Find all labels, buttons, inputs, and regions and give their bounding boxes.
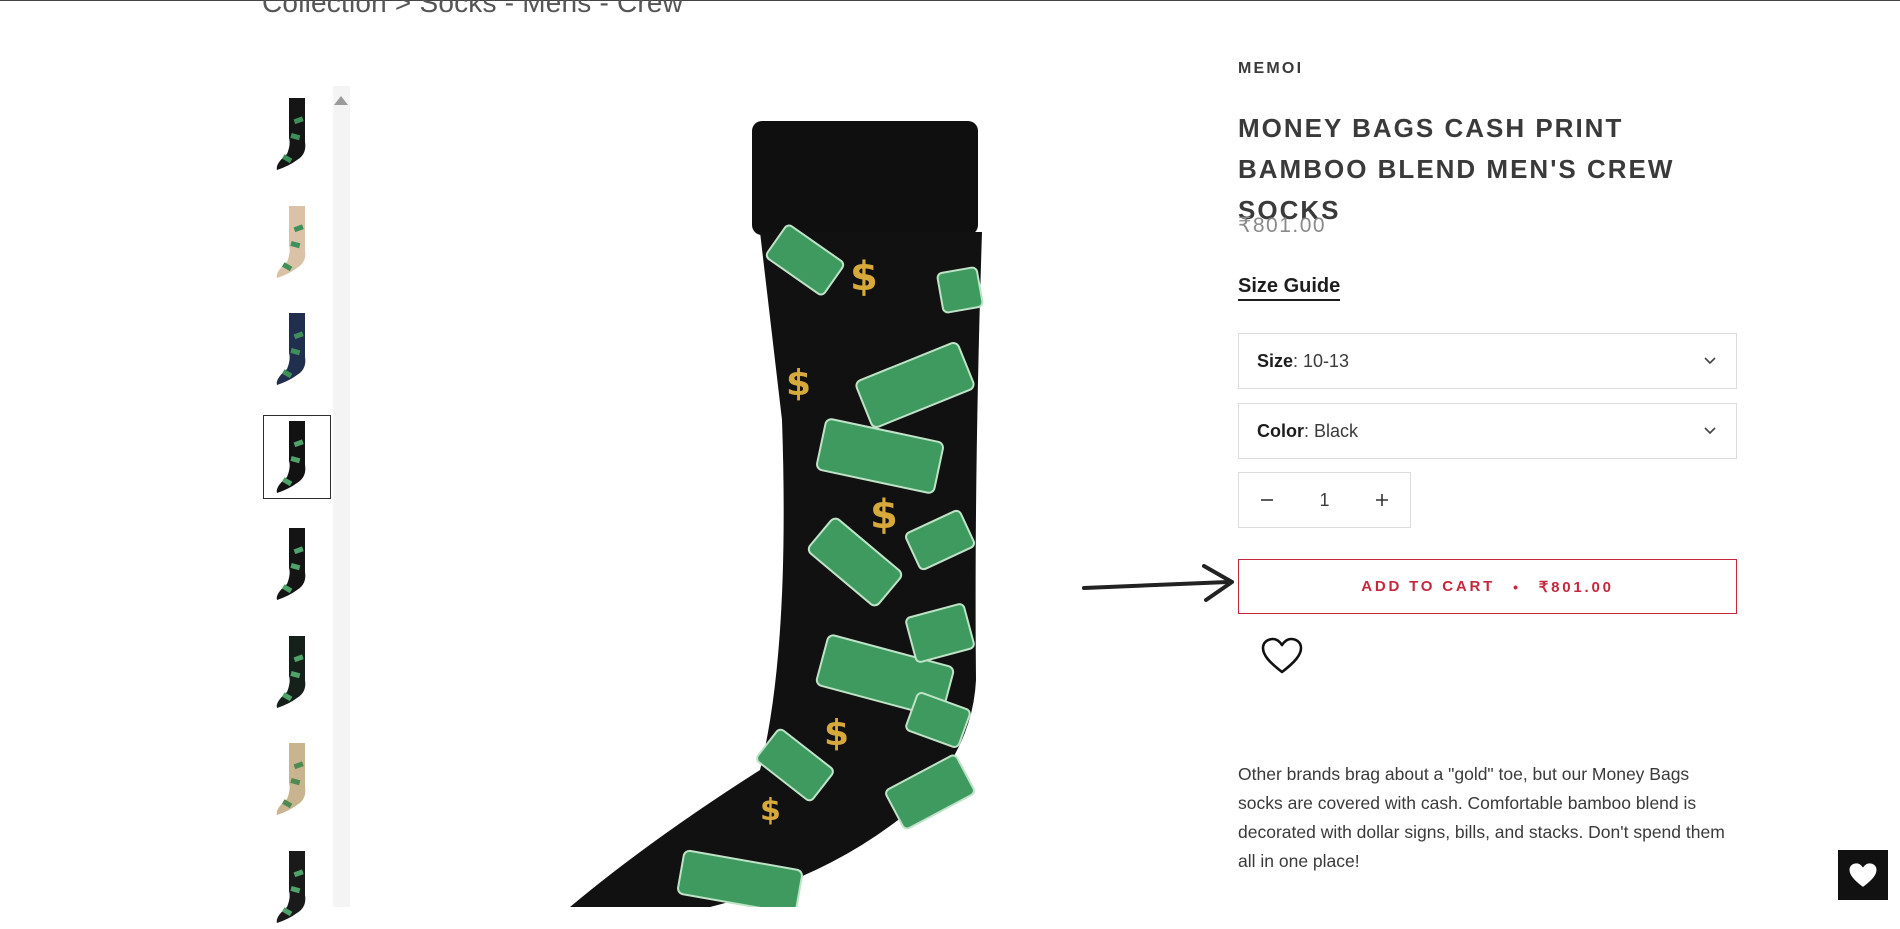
caret-up-icon[interactable] <box>334 96 348 105</box>
color-select-label: Color <box>1257 420 1304 441</box>
svg-text:$: $ <box>760 793 781 828</box>
thumbnail-black-multicolor[interactable] <box>263 92 331 176</box>
add-to-cart-price: ₹801.00 <box>1538 578 1614 596</box>
thumbnail-black-packaged[interactable] <box>263 845 331 929</box>
thumbnail-khaki-cash[interactable] <box>263 737 331 821</box>
color-select-value: : Black <box>1304 420 1359 441</box>
size-guide-link[interactable]: Size Guide <box>1238 275 1341 301</box>
product-price: ₹801.00 <box>1238 214 1327 237</box>
vendor-name[interactable]: MEMOI <box>1238 60 1303 78</box>
quantity-value[interactable]: 1 <box>1319 490 1329 511</box>
thumbnail-black-cash[interactable] <box>263 415 331 499</box>
plus-icon[interactable] <box>1372 490 1392 510</box>
svg-text:$: $ <box>824 713 849 754</box>
thumbnail-navy-cash[interactable] <box>263 307 331 391</box>
product-main-image[interactable]: $ $ $ $ $ <box>350 0 1210 915</box>
svg-text:$: $ <box>786 363 811 404</box>
minus-icon[interactable] <box>1257 490 1277 510</box>
sock-illustration: $ $ $ $ $ <box>570 121 984 915</box>
size-select-value: : 10-13 <box>1293 350 1350 371</box>
svg-text:$: $ <box>850 254 878 300</box>
thumbnail-black-pair[interactable] <box>263 522 331 606</box>
arrow-right-icon <box>1080 560 1240 613</box>
heart-icon[interactable] <box>1261 637 1303 680</box>
thumbnail-black-pair-2[interactable] <box>263 630 331 714</box>
chevron-down-icon <box>1702 352 1718 373</box>
heart-filled-icon[interactable] <box>1838 850 1888 900</box>
color-select[interactable]: Color : Black <box>1238 403 1737 459</box>
size-select[interactable]: Size : 10-13 <box>1238 333 1737 389</box>
product-description: Other brands brag about a "gold" toe, bu… <box>1238 764 1725 871</box>
thumbnail-tan-cash[interactable] <box>263 200 331 284</box>
size-select-label: Size <box>1257 350 1294 371</box>
svg-text:$: $ <box>870 492 898 538</box>
chevron-down-icon <box>1702 422 1718 443</box>
add-to-cart-label: ADD TO CART <box>1361 578 1496 595</box>
add-to-cart-button[interactable]: ADD TO CART • ₹801.00 <box>1238 559 1737 614</box>
quantity-stepper: 1 <box>1238 472 1411 528</box>
add-to-cart-separator: • <box>1513 578 1521 595</box>
